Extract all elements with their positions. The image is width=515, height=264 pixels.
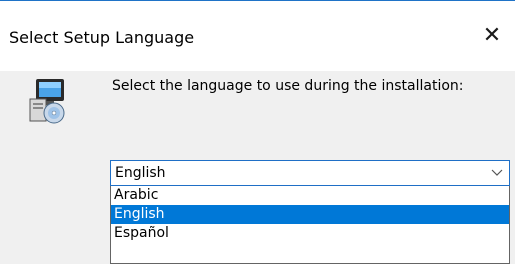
setup-computer-cd-icon bbox=[29, 79, 65, 124]
language-dropdown-list: Arabic English Español bbox=[110, 186, 510, 264]
instruction-text: Select the language to use during the in… bbox=[112, 78, 464, 94]
language-option-espanol[interactable]: Español bbox=[111, 224, 509, 243]
language-option-english[interactable]: English bbox=[111, 205, 509, 224]
language-option-arabic[interactable]: Arabic bbox=[111, 186, 509, 205]
close-button[interactable]: ✕ bbox=[469, 11, 515, 61]
chevron-down-icon bbox=[491, 169, 503, 176]
close-icon: ✕ bbox=[482, 23, 502, 48]
dialog-body: Select the language to use during the in… bbox=[0, 71, 515, 264]
title-bar: Select Setup Language ✕ bbox=[0, 1, 515, 71]
language-select[interactable]: English bbox=[110, 160, 510, 186]
window-title: Select Setup Language bbox=[9, 28, 195, 47]
setup-language-dialog: Select Setup Language ✕ Select the langu… bbox=[0, 0, 515, 264]
language-select-value: English bbox=[115, 165, 166, 181]
